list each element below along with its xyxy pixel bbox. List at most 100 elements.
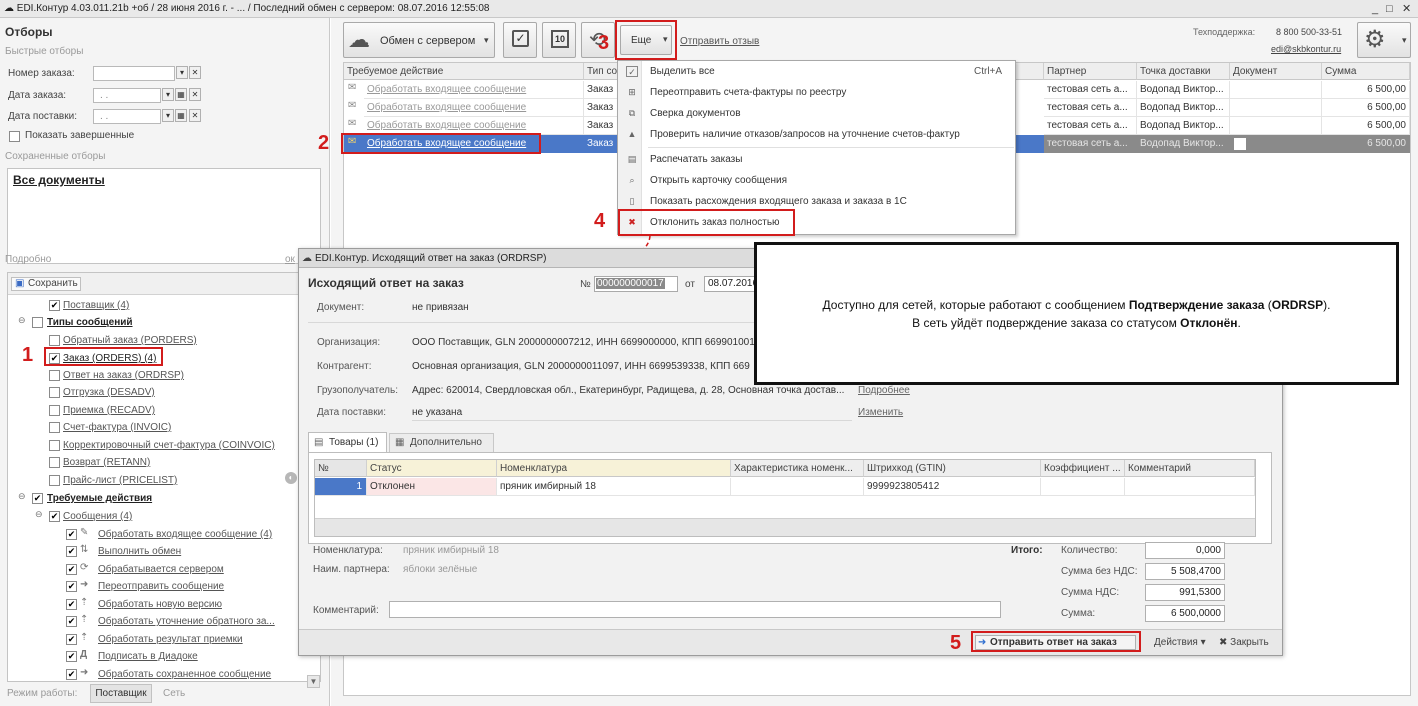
required-actions-checkbox[interactable]: ✔: [32, 493, 43, 504]
collapse-icon[interactable]: ⊖: [18, 491, 26, 502]
col-header-sum[interactable]: Сумма: [1322, 63, 1410, 80]
collapse-icon[interactable]: ⊖: [35, 509, 43, 520]
info-icon[interactable]: ◐: [285, 472, 297, 484]
menu-item-open-card[interactable]: ⌕ Открыть карточку сообщения: [618, 170, 1015, 191]
tree-required-actions[interactable]: Требуемые действия: [47, 493, 152, 504]
tree-action[interactable]: Обработать сохраненное сообщение: [98, 669, 271, 680]
cell-characteristic[interactable]: [731, 478, 864, 496]
support-email[interactable]: edi@skbkontur.ru: [1271, 44, 1341, 54]
qty-field[interactable]: 0,000: [1145, 542, 1225, 559]
col-header-comment[interactable]: Комментарий: [1125, 460, 1255, 477]
scroll-down-arrow[interactable]: ▼: [307, 675, 320, 688]
tree-action[interactable]: Обработать новую версию: [98, 599, 222, 610]
ordrsp-checkbox[interactable]: [49, 370, 60, 381]
tree-action[interactable]: Обработать уточнение обратного за...: [98, 616, 275, 627]
dropdown-icon[interactable]: ▾: [162, 109, 174, 122]
tree-action[interactable]: Подписать в Диадоке: [98, 651, 198, 662]
col-header-status[interactable]: Статус: [367, 460, 497, 477]
menu-item-check-rejections[interactable]: ▲ Проверить наличие отказов/запросов на у…: [618, 124, 1015, 145]
cell-nomenclature[interactable]: пряник имбирный 18: [497, 478, 731, 496]
feedback-link[interactable]: Отправить отзыв: [680, 36, 759, 47]
action-checkbox[interactable]: ✔: [66, 599, 77, 610]
col-header-gtin[interactable]: Штрихкод (GTIN): [864, 460, 1041, 477]
tree-coinvoic[interactable]: Корректировочный счет-фактура (COINVOIC): [63, 440, 275, 451]
tree-action[interactable]: Обрабатывается сервером: [98, 564, 224, 575]
supplier-checkbox[interactable]: ✔: [49, 300, 60, 311]
calendar-button[interactable]: 10: [542, 22, 576, 58]
clear-icon[interactable]: ✕: [189, 66, 201, 79]
tree-action[interactable]: Выполнить обмен: [98, 546, 181, 557]
approve-button[interactable]: ✓: [503, 22, 537, 58]
comment-input[interactable]: [389, 601, 1001, 618]
pricelist-checkbox[interactable]: [49, 475, 60, 486]
tab-additional[interactable]: ▦ Дополнительно: [389, 433, 494, 453]
minimize-button[interactable]: _: [1372, 0, 1378, 18]
cell-gtin[interactable]: 9999923805412: [864, 478, 1041, 496]
action-checkbox[interactable]: ✔: [66, 634, 77, 645]
menu-item-reconcile[interactable]: ⧉ Сверка документов: [618, 103, 1015, 124]
tree-desadv[interactable]: Отгрузка (DESADV): [63, 387, 155, 398]
clear-icon[interactable]: ✕: [189, 88, 201, 101]
action-checkbox[interactable]: ✔: [66, 651, 77, 662]
porders-checkbox[interactable]: [49, 335, 60, 346]
change-delivery-link[interactable]: Изменить: [858, 407, 903, 418]
col-header-coef[interactable]: Коэффициент ...: [1041, 460, 1125, 477]
tree-action[interactable]: Обработать результат приемки: [98, 634, 243, 645]
row-action[interactable]: Обработать входящее сообщение: [364, 99, 584, 117]
tree-messages[interactable]: Сообщения (4): [63, 511, 132, 522]
tree-porders[interactable]: Обратный заказ (PORDERS): [63, 335, 197, 346]
cell-coef[interactable]: [1041, 478, 1125, 496]
cell-comment[interactable]: [1125, 478, 1255, 496]
details-link[interactable]: ок: [285, 254, 295, 265]
tree-supplier[interactable]: Поставщик (4): [63, 300, 129, 311]
action-checkbox[interactable]: ✔: [66, 669, 77, 680]
mode-network-button[interactable]: Сеть: [163, 688, 185, 699]
cell-num[interactable]: 1: [315, 478, 367, 496]
sum-field[interactable]: 6 500,0000: [1145, 605, 1225, 622]
collapse-icon[interactable]: ⊖: [18, 315, 26, 326]
tree-recadv[interactable]: Приемка (RECADV): [63, 405, 155, 416]
actions-button[interactable]: Действия ▾: [1154, 637, 1206, 648]
dropdown-icon[interactable]: ▾: [162, 88, 174, 101]
recadv-checkbox[interactable]: [49, 405, 60, 416]
tree-retann[interactable]: Возврат (RETANN): [63, 457, 150, 468]
clear-icon[interactable]: ✕: [189, 109, 201, 122]
date-input[interactable]: 08.07.2016: [704, 276, 758, 292]
close-button[interactable]: ✖ Закрыть: [1219, 637, 1269, 648]
messages-checkbox[interactable]: ✔: [49, 511, 60, 522]
menu-item-print-orders[interactable]: ▤ Распечатать заказы: [618, 149, 1015, 170]
cell-status[interactable]: Отклонен: [367, 478, 497, 496]
coinvoic-checkbox[interactable]: [49, 440, 60, 451]
saved-filter-all-documents[interactable]: Все документы: [13, 173, 105, 187]
col-header-partner[interactable]: Партнер: [1044, 63, 1137, 80]
tree-pricelist[interactable]: Прайс-лист (PRICELIST): [63, 475, 177, 486]
close-window-button[interactable]: ✕: [1402, 0, 1411, 18]
menu-item-select-all[interactable]: ✓ Выделить все Ctrl+A: [618, 61, 1015, 82]
col-header-characteristic[interactable]: Характеристика номенк...: [731, 460, 864, 477]
consignee-details-link[interactable]: Подробнее: [858, 385, 910, 396]
desadv-checkbox[interactable]: [49, 387, 60, 398]
order-number-input[interactable]: [93, 66, 175, 81]
calendar-icon[interactable]: ▦: [175, 88, 187, 101]
calendar-icon[interactable]: ▦: [175, 109, 187, 122]
col-header-delivery-point[interactable]: Точка доставки: [1137, 63, 1230, 80]
action-checkbox[interactable]: ✔: [66, 581, 77, 592]
maximize-button[interactable]: □: [1386, 0, 1393, 18]
show-completed-checkbox[interactable]: [9, 131, 20, 142]
tab-goods[interactable]: ▤ Товары (1): [308, 432, 387, 453]
tree-action[interactable]: Переотправить сообщение: [98, 581, 224, 592]
action-checkbox[interactable]: ✔: [66, 616, 77, 627]
tree-action[interactable]: Обработать входящее сообщение (4): [98, 529, 272, 540]
order-date-input[interactable]: . .: [93, 88, 161, 103]
number-input[interactable]: 000000000017: [594, 276, 678, 292]
save-button[interactable]: ▣ Сохранить: [11, 277, 81, 291]
col-header-document[interactable]: Документ: [1230, 63, 1322, 80]
invoic-checkbox[interactable]: [49, 422, 60, 433]
col-header-nomenclature[interactable]: Номенклатура: [497, 460, 731, 477]
tree-message-types[interactable]: Типы сообщений: [47, 317, 133, 328]
sum-novat-field[interactable]: 5 508,4700: [1145, 563, 1225, 580]
exchange-server-button[interactable]: ☁ Обмен с сервером ▾: [343, 22, 495, 58]
tree-ordrsp[interactable]: Ответ на заказ (ORDRSP): [63, 370, 184, 381]
settings-button[interactable]: ⚙ ▾: [1357, 22, 1411, 58]
action-checkbox[interactable]: ✔: [66, 564, 77, 575]
